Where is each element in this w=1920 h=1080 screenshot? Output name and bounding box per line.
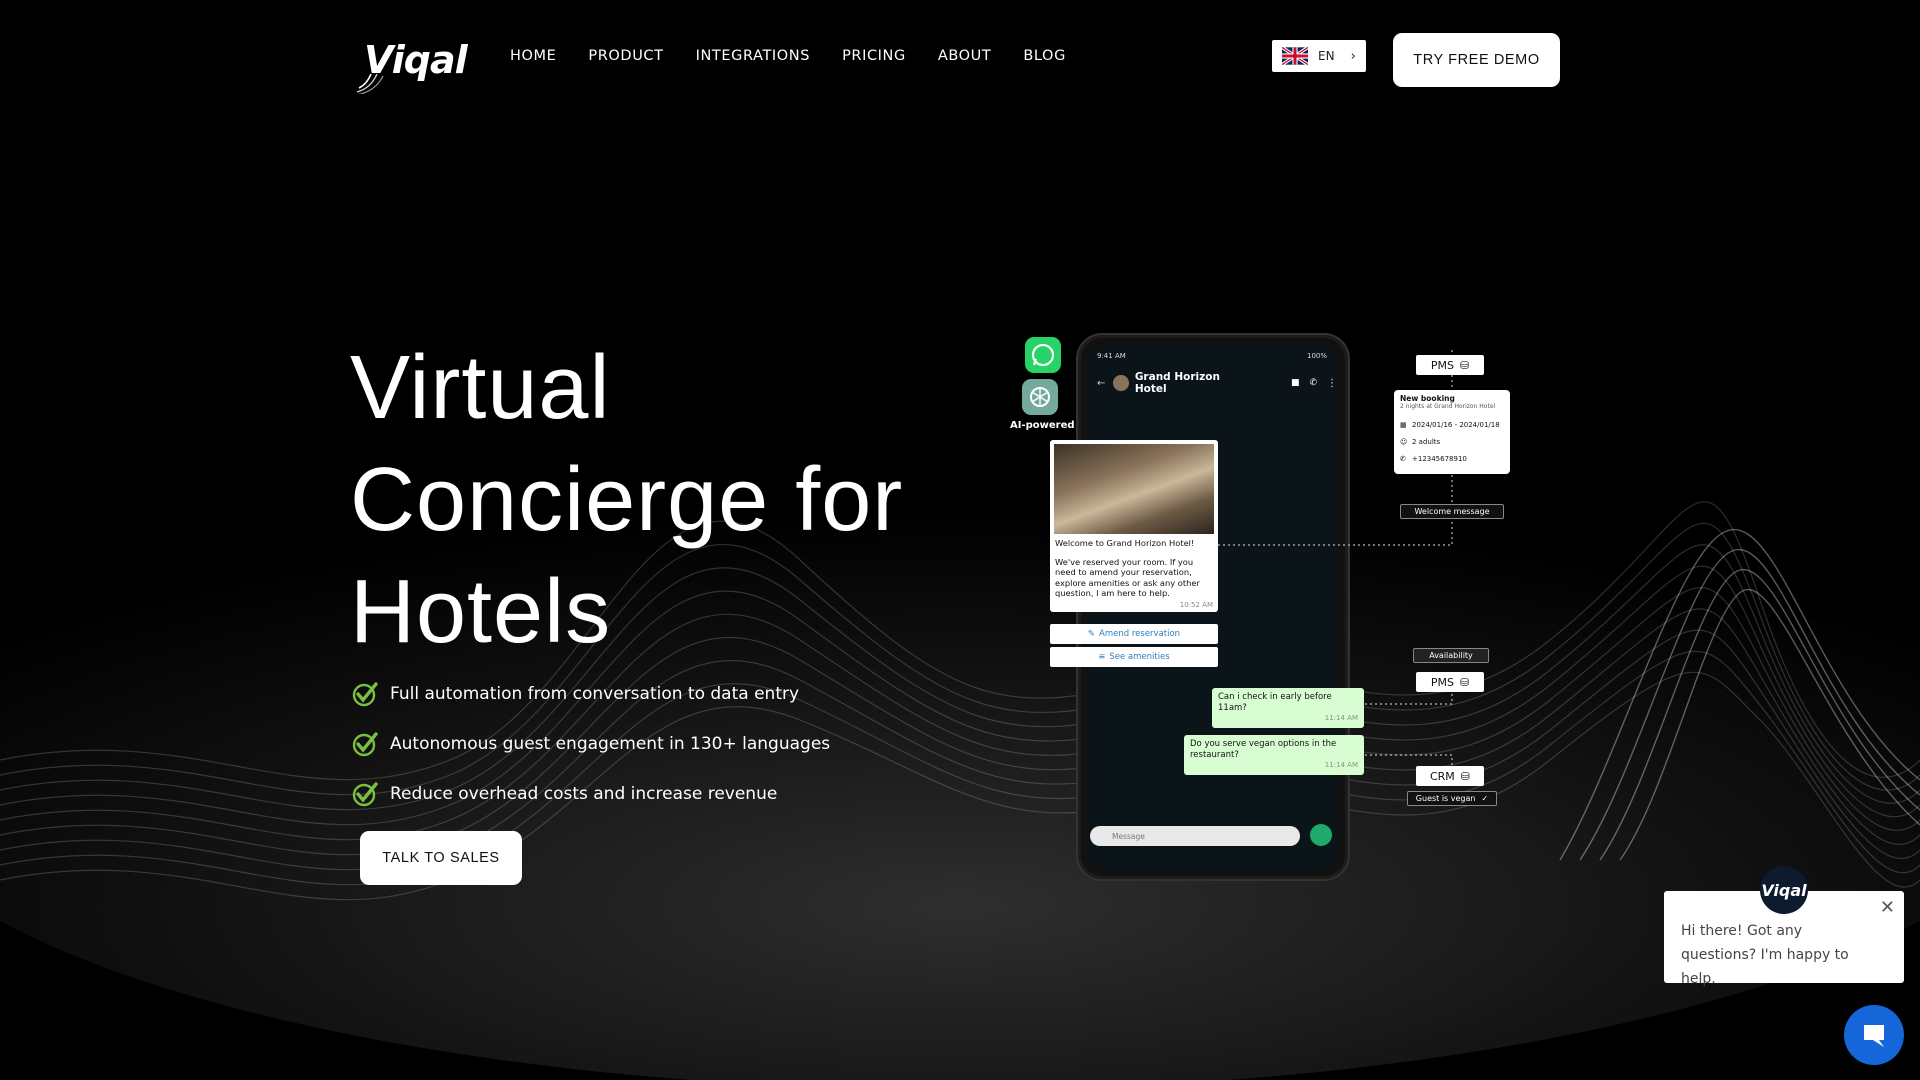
main-nav: HOME PRODUCT INTEGRATIONS PRICING ABOUT … bbox=[510, 48, 1098, 64]
booking-title: New booking bbox=[1400, 394, 1455, 403]
nav-about[interactable]: ABOUT bbox=[938, 48, 992, 64]
viqal-logo[interactable]: Viqal bbox=[355, 38, 468, 94]
try-free-demo-button[interactable]: TRY FREE DEMO bbox=[1393, 33, 1560, 87]
feature-text: Autonomous guest engagement in 130+ lang… bbox=[390, 734, 831, 754]
feature-item: Reduce overhead costs and increase reven… bbox=[352, 780, 830, 808]
feature-item: Full automation from conversation to dat… bbox=[352, 680, 830, 708]
nav-product[interactable]: PRODUCT bbox=[588, 48, 663, 64]
new-booking-card: New booking 2 nights at Grand Horizon Ho… bbox=[1394, 390, 1510, 474]
nav-home[interactable]: HOME bbox=[510, 48, 556, 64]
booking-guests: 2 adults bbox=[1412, 437, 1441, 446]
feature-item: Autonomous guest engagement in 130+ lang… bbox=[352, 730, 830, 758]
feature-list: Full automation from conversation to dat… bbox=[352, 680, 830, 830]
booking-subtitle: 2 nights at Grand Horizon Hotel bbox=[1400, 403, 1496, 410]
hero-title-line: Virtual bbox=[350, 338, 611, 438]
tag-label: Welcome message bbox=[1414, 507, 1490, 516]
booking-phone-row: ✆ +12345678910 bbox=[1400, 450, 1504, 467]
close-icon[interactable]: ✕ bbox=[1880, 897, 1895, 918]
chevron-right-icon: › bbox=[1350, 48, 1356, 64]
hero-title: Virtual Concierge for Hotels bbox=[350, 332, 970, 668]
chat-avatar: Viqal bbox=[1760, 866, 1808, 914]
database-icon: ⛁ bbox=[1460, 769, 1471, 783]
database-icon: ⛁ bbox=[1459, 675, 1470, 689]
feature-text: Reduce overhead costs and increase reven… bbox=[390, 784, 778, 804]
pms-tag: PMS ⛁ bbox=[1416, 355, 1484, 375]
hero-title-line: Hotels bbox=[350, 562, 612, 662]
pms-tag: PMS ⛁ bbox=[1416, 672, 1484, 692]
check-circle-icon bbox=[352, 682, 378, 707]
nav-blog[interactable]: BLOG bbox=[1023, 48, 1066, 64]
nav-integrations[interactable]: INTEGRATIONS bbox=[696, 48, 810, 64]
language-selector[interactable]: EN › bbox=[1272, 40, 1366, 72]
tag-label: CRM bbox=[1429, 769, 1455, 783]
talk-to-sales-button[interactable]: TALK TO SALES bbox=[360, 831, 522, 885]
guest-vegan-tag: Guest is vegan ✓ bbox=[1407, 791, 1497, 806]
chat-popup-message: Hi there! Got any questions? I'm happy t… bbox=[1681, 923, 1849, 987]
nav-pricing[interactable]: PRICING bbox=[842, 48, 906, 64]
booking-dates: 2024/01/16 - 2024/01/18 bbox=[1412, 420, 1500, 429]
hero-title-line: Concierge for bbox=[350, 450, 904, 550]
person-icon: ☺ bbox=[1400, 437, 1408, 446]
product-illustration: AI-powered 9:41 AM 100% ← Grand Horizon … bbox=[1000, 330, 1520, 890]
chat-bubble-icon bbox=[1864, 1025, 1884, 1047]
database-icon: ⛁ bbox=[1459, 358, 1470, 372]
crm-tag: CRM ⛁ bbox=[1416, 766, 1484, 786]
tag-label: PMS bbox=[1430, 675, 1454, 689]
phone-icon: ✆ bbox=[1400, 454, 1406, 463]
welcome-message-tag: Welcome message bbox=[1400, 504, 1504, 519]
check-circle-icon bbox=[352, 782, 378, 807]
tag-label: Availability bbox=[1429, 651, 1473, 660]
logo-text: Viqal bbox=[364, 38, 468, 82]
uk-flag-icon bbox=[1282, 47, 1308, 65]
tag-label: Guest is vegan bbox=[1415, 794, 1476, 803]
checkmark-icon: ✓ bbox=[1481, 794, 1489, 803]
tag-label: PMS bbox=[1430, 358, 1454, 372]
calendar-icon: ▦ bbox=[1400, 420, 1407, 429]
booking-guests-row: ☺ 2 adults bbox=[1400, 433, 1504, 450]
feature-text: Full automation from conversation to dat… bbox=[390, 684, 800, 704]
check-circle-icon bbox=[352, 732, 378, 757]
language-code: EN bbox=[1318, 49, 1335, 63]
booking-dates-row: ▦ 2024/01/16 - 2024/01/18 bbox=[1400, 416, 1504, 433]
booking-phone: +12345678910 bbox=[1412, 454, 1467, 463]
chat-launcher-button[interactable] bbox=[1844, 1005, 1904, 1065]
availability-tag: Availability bbox=[1413, 648, 1489, 663]
